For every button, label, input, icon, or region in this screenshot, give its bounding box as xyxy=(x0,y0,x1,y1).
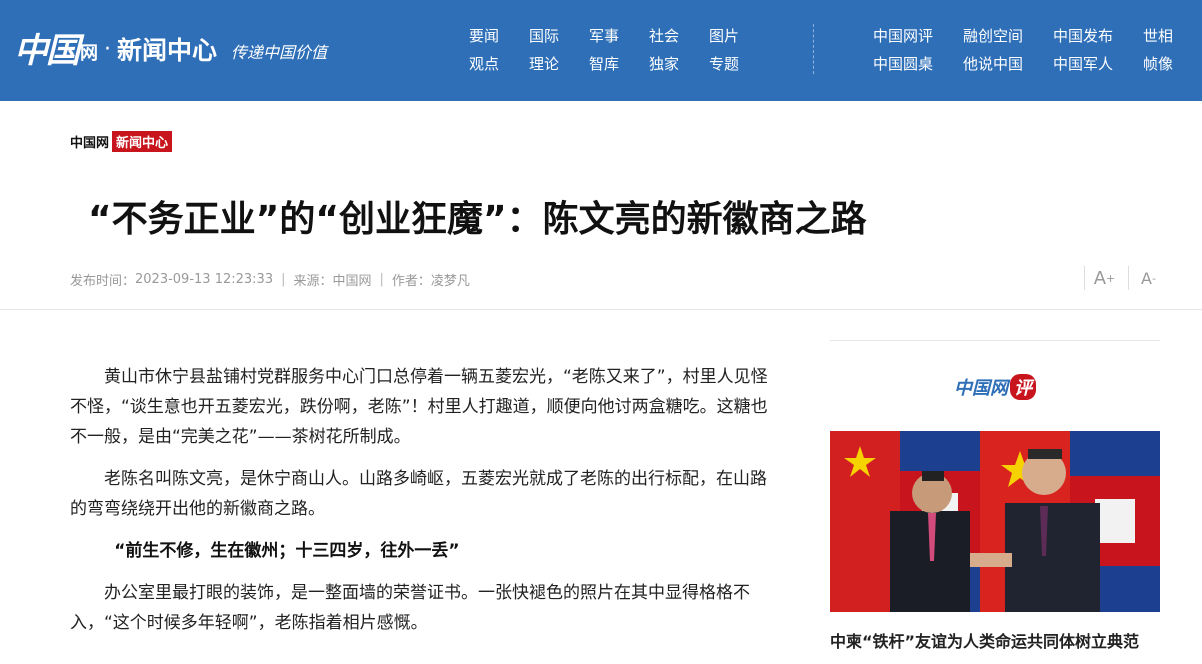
article-paragraph: 黄山市休宁县盐铺村党群服务中心门口总停着一辆五菱宏光，“老陈又来了”，村里人见怪… xyxy=(70,367,768,447)
nav-item-tashuo[interactable]: 他说中国 xyxy=(963,54,1053,74)
logo-section-text: 新闻中心 xyxy=(117,36,218,65)
breadcrumb: 中国网 新闻中心 xyxy=(70,130,173,152)
font-larger-sign: + xyxy=(1106,271,1116,285)
commentary-logo-badge: 评 xyxy=(1010,374,1036,400)
secondary-nav: 中国网评 融创空间 中国发布 世相 中国圆桌 他说中国 中国军人 帧像 xyxy=(873,26,1202,74)
breadcrumb-site-link[interactable]: 中国网 xyxy=(70,132,109,151)
meta-separator: | xyxy=(379,272,384,287)
nav-item-junshi[interactable]: 军事 xyxy=(589,26,649,46)
font-smaller-sign: - xyxy=(1151,271,1156,285)
nav-item-yuanzhuo[interactable]: 中国圆桌 xyxy=(873,54,963,74)
nav-item-shixiang[interactable]: 世相 xyxy=(1143,26,1202,46)
font-smaller-button[interactable]: A- xyxy=(1128,266,1168,290)
author-name: 凌梦凡 xyxy=(430,274,470,289)
china-net-commentary-logo[interactable]: 中国网 评 xyxy=(945,369,1045,405)
source-name: 中国网 xyxy=(332,274,372,289)
article-title: “不务正业”的“创业狂魔”：陈文亮的新徽商之路 xyxy=(88,199,867,240)
logo-wang-text: 网 xyxy=(80,43,98,64)
nav-item-fabu[interactable]: 中国发布 xyxy=(1053,26,1143,46)
nav-item-zhenxiang[interactable]: 帧像 xyxy=(1143,54,1202,74)
site-header: 中国 网 · 新闻中心 传递中国价值 要闻 国际 军事 社会 图片 观点 理论 … xyxy=(0,0,1202,101)
source-label: 来源： xyxy=(293,274,333,289)
news-photo[interactable] xyxy=(830,431,1160,612)
nav-item-rongchuang[interactable]: 融创空间 xyxy=(963,26,1053,46)
nav-item-junren[interactable]: 中国军人 xyxy=(1053,54,1143,74)
sidebar-divider xyxy=(830,340,1160,341)
logo-dot: · xyxy=(104,36,111,62)
meta-separator: | xyxy=(281,272,286,287)
nav-item-yaowen[interactable]: 要闻 xyxy=(469,26,529,46)
nav-item-zhiku[interactable]: 智库 xyxy=(589,54,649,74)
article-paragraph: 老陈名叫陈文亮，是休宁商山人。山路多崎岖，五菱宏光就成了老陈的出行标配，在山路的… xyxy=(70,469,767,519)
header-divider xyxy=(0,309,1202,310)
nav-divider xyxy=(813,24,814,74)
news-photo-image xyxy=(830,431,1160,612)
nav-item-guoji[interactable]: 国际 xyxy=(529,26,589,46)
nav-item-wangping[interactable]: 中国网评 xyxy=(873,26,963,46)
logo-main-text: 中国 xyxy=(14,30,80,71)
primary-nav: 要闻 国际 军事 社会 图片 观点 理论 智库 独家 专题 xyxy=(469,26,769,74)
news-headline-link[interactable]: 中柬“铁杆”友谊为人类命运共同体树立典范 xyxy=(830,628,1139,652)
sidebar: 中国网 评 中柬“铁杆”友谊为人类命运共同体树立典范 xyxy=(830,340,1160,651)
nav-item-lilun[interactable]: 理论 xyxy=(529,54,589,74)
font-larger-label: A xyxy=(1093,267,1107,289)
logo-slogan: 传递中国价值 xyxy=(231,43,328,62)
author-label: 作者： xyxy=(391,274,431,289)
font-smaller-label: A xyxy=(1141,268,1152,288)
nav-item-shehui[interactable]: 社会 xyxy=(649,26,709,46)
article-meta: 发布时间： 2023-09-13 12:23:33 | 来源： 中国网 | 作者… xyxy=(70,270,470,289)
commentary-logo-text: 中国网 xyxy=(954,378,1008,399)
nav-item-tupian[interactable]: 图片 xyxy=(709,26,769,46)
font-larger-button[interactable]: A + xyxy=(1084,266,1124,290)
site-logo[interactable]: 中国 网 · 新闻中心 传递中国价值 xyxy=(14,22,327,72)
article-body: 黄山市休宁县盐铺村党群服务中心门口总停着一辆五菱宏光，“老陈又来了”，村里人见怪… xyxy=(70,362,770,650)
nav-item-zhuanti[interactable]: 专题 xyxy=(709,54,769,74)
nav-item-guandian[interactable]: 观点 xyxy=(469,54,529,74)
nav-item-dujia[interactable]: 独家 xyxy=(649,54,709,74)
article-subheading: “前生不修，生在徽州；十三四岁，往外一丢” xyxy=(114,541,460,561)
published-time: 2023-09-13 12:23:33 xyxy=(135,272,274,287)
article-paragraph: 办公室里最打眼的装饰，是一整面墙的荣誉证书。一张快褪色的照片在其中显得格格不入，… xyxy=(70,583,750,633)
published-label: 发布时间： xyxy=(70,274,136,289)
breadcrumb-section-link[interactable]: 新闻中心 xyxy=(112,130,173,152)
